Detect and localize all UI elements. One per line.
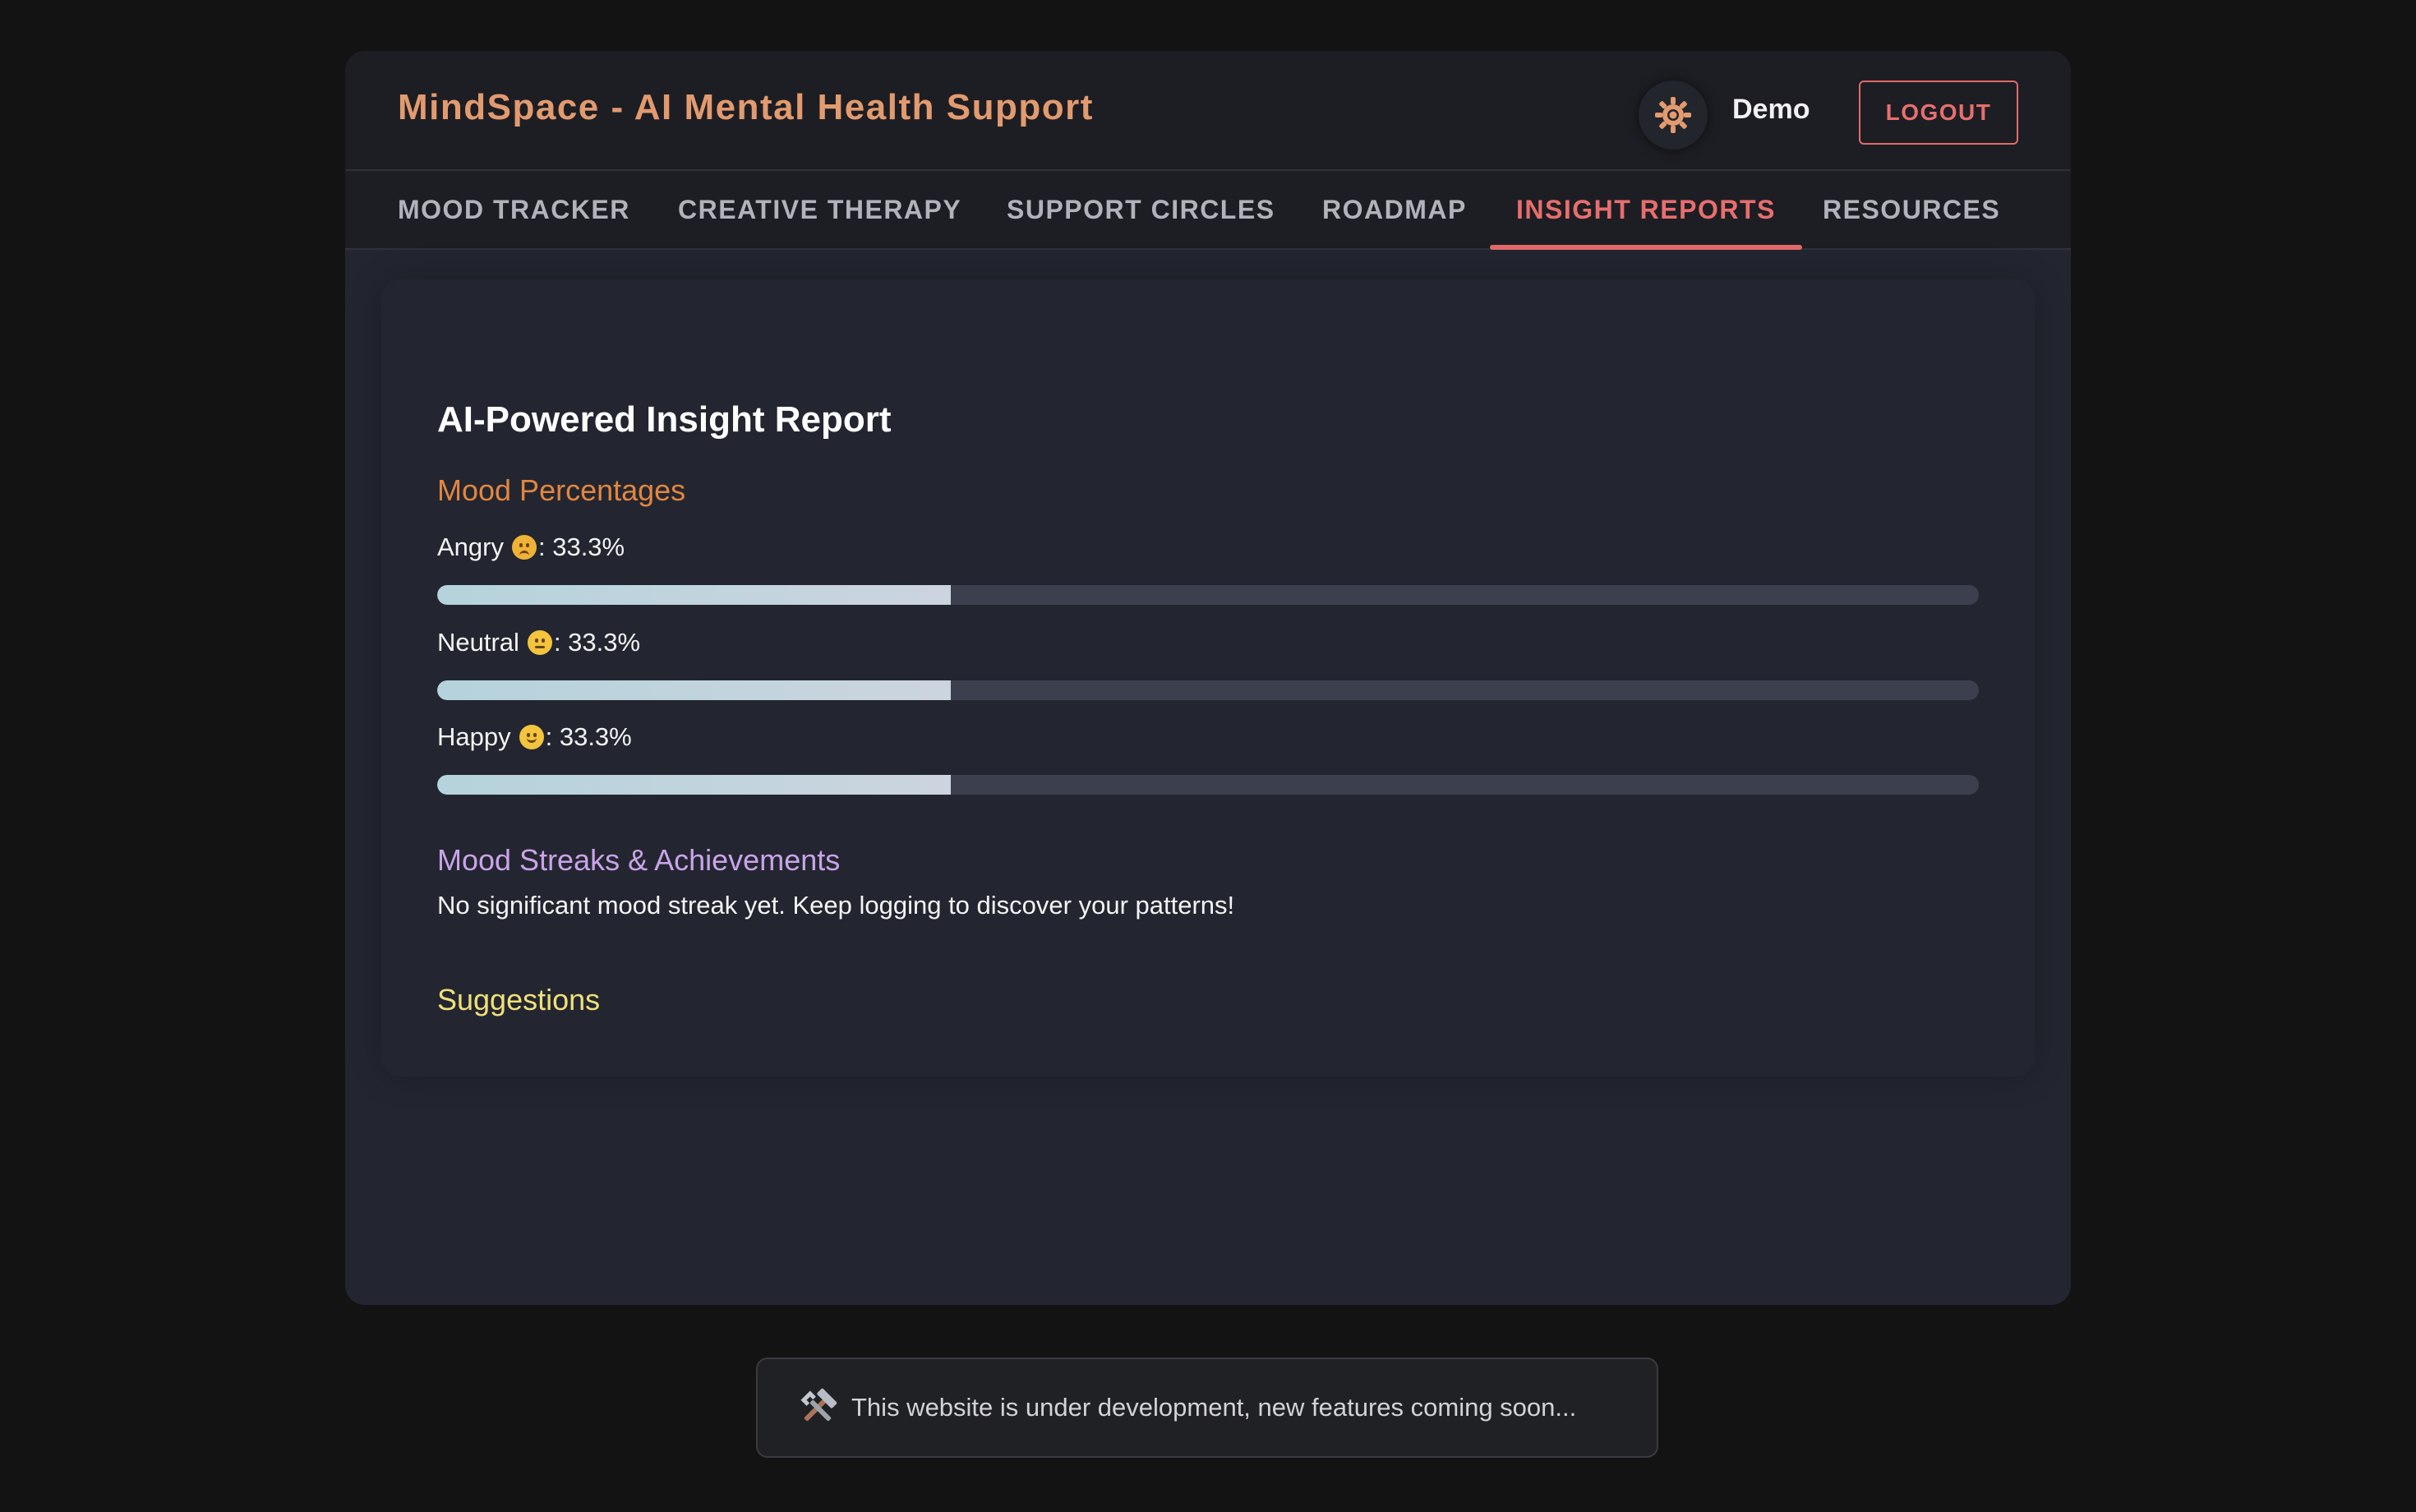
tab-resources[interactable]: RESOURCES (1823, 171, 2000, 248)
mood-progress-fill (437, 585, 951, 605)
mood-progress-bar (437, 775, 1979, 795)
mood-progress-bar (437, 680, 1979, 700)
mood-label: Neutral : 33.3% (437, 628, 640, 657)
mood-percent: : 33.3% (545, 722, 632, 751)
suggestions-heading: Suggestions (437, 983, 601, 1016)
app-header: MindSpace - AI Mental Health Support Dem… (345, 51, 2071, 171)
tab-insight-reports[interactable]: INSIGHT REPORTS (1490, 171, 1802, 250)
mood-progress-fill (437, 680, 951, 700)
mood-percentages-heading: Mood Percentages (437, 473, 686, 507)
mood-percent: : 33.3% (537, 532, 625, 561)
hammer-and-wrench-icon (800, 1388, 837, 1422)
insight-report-card: AI-Powered Insight Report Mood Percentag… (381, 279, 2035, 1076)
report-title: AI-Powered Insight Report (437, 399, 892, 440)
mood-streak-message: No significant mood streak yet. Keep log… (437, 891, 1235, 920)
app-title: MindSpace - AI Mental Health Support (398, 87, 1094, 127)
mood-row-angry: Angry : 33.3% (437, 532, 1979, 608)
neutral-face-emoji-icon (527, 630, 552, 655)
theme-toggle-button[interactable] (1639, 81, 1708, 150)
app-window: MindSpace - AI Mental Health Support Dem… (345, 51, 2071, 1305)
mood-streaks-heading: Mood Streaks & Achievements (437, 843, 841, 877)
mood-name: Happy (437, 722, 511, 751)
tab-creative-therapy[interactable]: CREATIVE THERAPY (678, 171, 961, 248)
mood-progress-bar (437, 585, 1979, 605)
mood-row-neutral: Neutral : 33.3% (437, 628, 1979, 703)
mood-percent: : 33.3% (553, 628, 641, 657)
mood-label: Happy : 33.3% (437, 722, 632, 752)
mood-name: Angry (437, 532, 504, 561)
username-label: Demo (1732, 94, 1810, 125)
angry-face-emoji-icon (511, 535, 537, 560)
sun-icon (1655, 97, 1691, 133)
mood-name: Neutral (437, 628, 519, 657)
main-nav: MOOD TRACKER CREATIVE THERAPY SUPPORT CI… (345, 171, 2071, 250)
tab-mood-tracker[interactable]: MOOD TRACKER (398, 171, 630, 248)
tab-roadmap[interactable]: ROADMAP (1322, 171, 1467, 248)
mood-label: Angry : 33.3% (437, 532, 625, 562)
mood-row-happy: Happy : 33.3% (437, 722, 1979, 798)
smiling-face-emoji-icon (519, 725, 544, 749)
logout-button[interactable]: LOGOUT (1859, 81, 2018, 145)
mood-progress-fill (437, 775, 951, 795)
tab-support-circles[interactable]: SUPPORT CIRCLES (1007, 171, 1275, 248)
toast-message: This website is under development, new f… (851, 1393, 1577, 1422)
development-notice-toast: This website is under development, new f… (756, 1358, 1658, 1458)
